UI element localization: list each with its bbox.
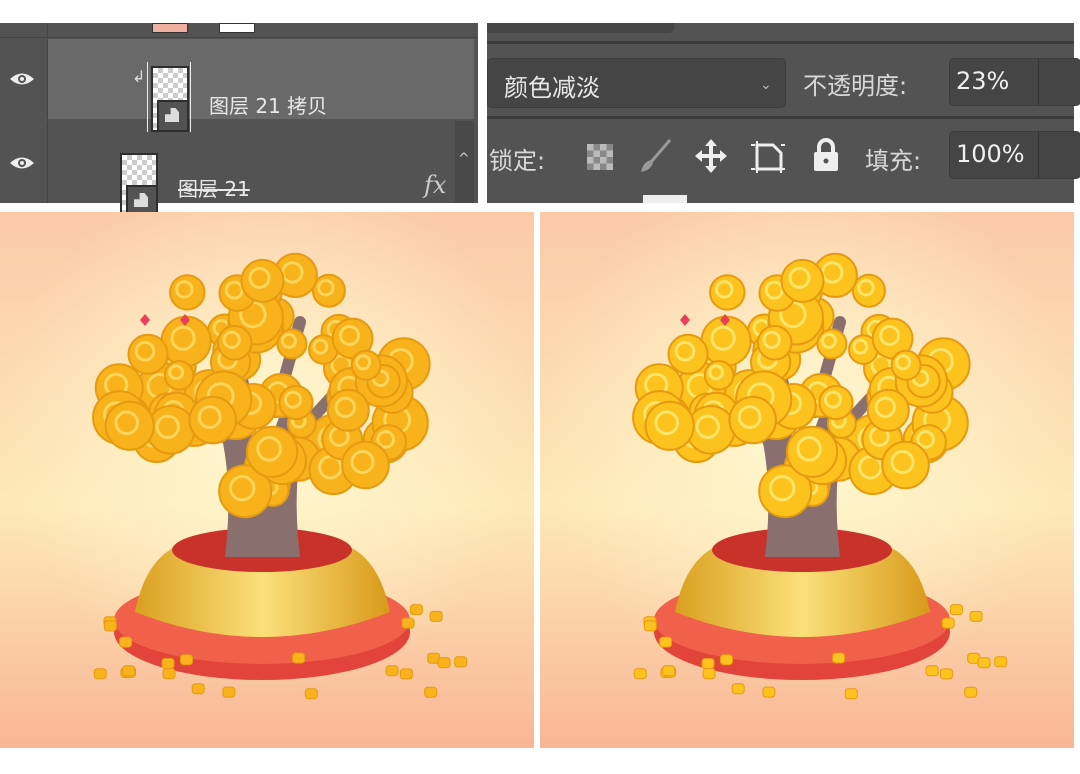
gold-nugget [119, 636, 133, 648]
gold-coin [851, 273, 886, 308]
visibility-column [0, 23, 48, 37]
gold-nugget [162, 668, 176, 680]
layer-mask-thumbnail [219, 23, 255, 33]
artboard-lock-icon[interactable] [751, 141, 785, 173]
gold-nugget [454, 656, 468, 668]
gold-coin [780, 258, 825, 303]
gold-coin [278, 385, 314, 421]
gold-nugget [401, 617, 415, 629]
gold-nugget [925, 665, 939, 677]
gold-coin [644, 400, 695, 451]
gold-coin [728, 395, 777, 445]
image-before [0, 212, 534, 748]
gold-coin [756, 325, 793, 361]
gold-nugget [429, 610, 443, 622]
gold-coin [881, 440, 930, 490]
gold-coin [240, 258, 285, 303]
gold-nugget [304, 688, 318, 700]
gold-nugget [659, 636, 673, 648]
gold-coin [104, 400, 155, 451]
opacity-value: 23% [956, 67, 1010, 95]
move-icon[interactable] [695, 139, 727, 173]
fill-value: 100% [956, 140, 1025, 168]
gold-coin [311, 273, 346, 308]
layer-thumbnail-partial [643, 195, 687, 203]
gold-nugget [832, 652, 846, 664]
lock-transparent-pixels-icon[interactable] [587, 144, 613, 170]
gold-coin [216, 325, 253, 361]
blend-mode-select[interactable]: 颜色减淡 ⌄ [487, 58, 786, 108]
image-after [540, 212, 1074, 748]
gold-nugget [191, 683, 205, 695]
gold-coin [246, 425, 299, 478]
fill-input[interactable]: 100% [949, 131, 1080, 179]
fx-icon[interactable]: fx [424, 171, 446, 199]
gold-nugget [941, 617, 955, 629]
gold-nugget [662, 665, 676, 677]
gold-nugget [701, 658, 715, 669]
gold-coin [188, 395, 237, 445]
gold-nugget [643, 620, 657, 632]
gold-nugget [161, 658, 175, 669]
gold-nugget [409, 604, 423, 616]
gold-nugget [180, 654, 193, 666]
gold-nugget [222, 686, 236, 698]
money-tree-image [0, 212, 534, 748]
lock-icon[interactable] [813, 138, 839, 172]
gold-nugget [964, 686, 978, 698]
gold-coin [127, 333, 169, 375]
money-tree-image [540, 212, 1074, 748]
gold-nugget [720, 654, 733, 666]
gold-nugget [385, 665, 399, 677]
scrollbar[interactable]: ^ [455, 121, 474, 203]
gold-nugget [122, 665, 136, 677]
gold-nugget [844, 688, 858, 700]
lock-label: 锁定: [489, 147, 546, 175]
gold-coin [818, 385, 854, 421]
chevron-down-icon: ⌄ [760, 77, 772, 93]
gold-nugget [969, 610, 983, 622]
gold-coin [786, 425, 839, 478]
layer-row-selected[interactable]: ↲ 图层 21 拷贝 [0, 39, 478, 132]
layer-name[interactable]: 图层 21 [178, 173, 250, 202]
gold-nugget [93, 668, 107, 680]
gold-coin [709, 274, 746, 311]
chevron-up-icon[interactable]: ^ [458, 151, 470, 167]
gold-nugget [292, 652, 306, 664]
fill-label: 填充: [865, 147, 922, 175]
layer-thumbnail [152, 23, 188, 33]
gold-nugget [702, 668, 716, 680]
gold-coin [341, 440, 390, 490]
layer-row[interactable]: 图层 21 fx ^ [0, 121, 478, 217]
gold-nugget [731, 683, 745, 695]
gold-coin [667, 333, 709, 375]
gold-nugget [103, 620, 117, 632]
gold-nugget [949, 604, 963, 616]
clipping-mask-arrow-icon: ↲ [132, 67, 146, 86]
gold-nugget [437, 657, 451, 669]
gold-nugget [994, 656, 1008, 668]
gold-nugget [977, 657, 991, 669]
eye-icon[interactable] [9, 156, 35, 170]
gold-coin [326, 388, 370, 432]
layers-panel: ↲ 图层 21 拷贝 图层 21 fx ^ [0, 23, 478, 217]
layer-thumbnail [120, 153, 158, 217]
gold-nugget [633, 668, 647, 680]
layer-name[interactable]: 图层 21 拷贝 [209, 90, 327, 119]
layer-properties-bar: 颜色减淡 ⌄ 不透明度: 23% 锁定: 填充: 100% [487, 23, 1080, 203]
gold-nugget [399, 668, 413, 680]
gold-nugget [424, 686, 438, 698]
opacity-label: 不透明度: [803, 72, 908, 100]
layer-row-partial[interactable] [0, 23, 478, 38]
brush-icon[interactable] [637, 138, 673, 174]
blend-mode-value: 颜色减淡 [504, 74, 600, 102]
gold-nugget [939, 668, 953, 680]
gold-coin [169, 274, 206, 311]
eye-icon[interactable] [9, 72, 35, 86]
opacity-input[interactable]: 23% [949, 58, 1080, 106]
gold-nugget [762, 686, 776, 698]
gold-coin [866, 388, 910, 432]
